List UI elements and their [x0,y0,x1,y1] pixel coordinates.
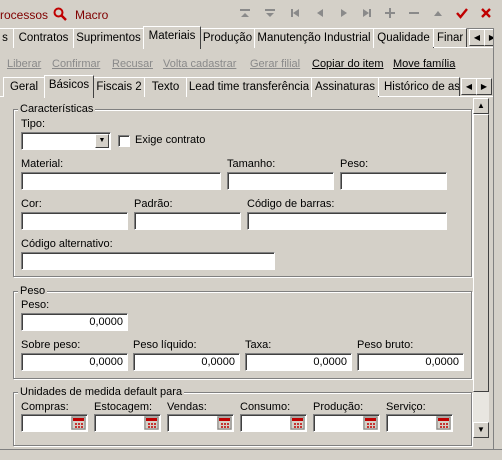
previous-record-icon[interactable] [312,6,328,22]
producao-label: Produção: [313,401,364,413]
peso-bruto-label: Peso bruto: [357,339,414,351]
collapse-icon[interactable] [430,6,446,22]
peso-caracteristica-input[interactable] [340,172,447,190]
tamanho-input[interactable] [227,172,334,190]
tab-contratos[interactable]: Contratos [13,28,74,48]
tab-geral[interactable]: Geral [3,77,45,97]
gerar-filial-action[interactable]: Gerar filial [250,58,300,70]
padrao-input[interactable] [134,212,241,230]
peso-label: Peso: [21,299,50,311]
sobre-peso-input[interactable]: 0,0000 [21,353,128,371]
compras-unit-select[interactable] [21,414,88,432]
tab-texto[interactable]: Texto [144,77,187,97]
macro-menu[interactable]: Macro [75,8,108,22]
module-tab-bar: s Contratos Suprimentos Materiais Produç… [0,26,502,49]
next-record-icon[interactable] [336,6,352,22]
subtab-scroll-right-icon[interactable]: ▶ [476,78,492,95]
vertical-scrollbar[interactable]: ▲ ▼ [473,98,489,438]
unit-picker-icon[interactable] [363,416,378,430]
peso-caracteristica-label: Peso: [340,158,369,170]
last-record-icon[interactable] [359,6,375,22]
compras-label: Compras: [21,401,69,413]
producao-unit-select[interactable] [313,414,380,432]
sobre-peso-label: Sobre peso: [21,339,81,351]
tab-historico-assinaturas[interactable]: Histórico de ass [378,77,460,96]
vendas-label: Vendas: [167,401,207,413]
codigo-alternativo-label: Código alternativo: [21,238,113,250]
move-down-icon[interactable] [262,6,278,22]
tipo-label: Tipo: [21,118,46,130]
window-edge [493,28,502,459]
copiar-do-item-action[interactable]: Copiar do item [312,58,384,70]
peso-liquido-input[interactable]: 0,0000 [133,353,240,371]
vendas-unit-select[interactable] [167,414,234,432]
cor-label: Cor: [21,198,42,210]
material-input[interactable] [21,172,221,190]
codigo-barras-label: Código de barras: [247,198,335,210]
recusar-action[interactable]: Recusar [112,58,153,70]
move-up-icon[interactable] [237,6,253,22]
window-bottom-edge [0,449,502,460]
add-icon[interactable] [382,6,398,22]
tab-materiais[interactable]: Materiais [143,26,201,49]
unit-picker-icon[interactable] [71,416,86,430]
exige-contrato-checkbox[interactable] [118,135,130,147]
tab-suprimentos[interactable]: Suprimentos [73,28,144,48]
cor-input[interactable] [21,212,128,230]
tab-processos-cut[interactable]: s [0,28,14,48]
taxa-label: Taxa: [245,339,272,351]
unit-picker-icon[interactable] [290,416,305,430]
tab-assinaturas[interactable]: Assinaturas [311,77,379,97]
peso-bruto-input[interactable]: 0,0000 [357,353,464,371]
scroll-up-icon[interactable]: ▲ [473,98,489,114]
sub-tab-bar: Geral Básicos Fiscais 2 Texto Lead time … [0,75,502,98]
tab-fiscais-2[interactable]: Fiscais 2 [93,77,145,97]
unit-picker-icon[interactable] [436,416,451,430]
consumo-unit-select[interactable] [240,414,307,432]
peso-input[interactable]: 0,0000 [21,313,128,331]
tab-manutencao-industrial[interactable]: Manutenção Industrial [254,28,374,48]
tab-financeiro-cut[interactable]: Finar [433,28,467,47]
codigo-alternativo-input[interactable] [21,252,275,270]
volta-cadastrar-action[interactable]: Volta cadastrar [163,58,236,70]
move-familia-action[interactable]: Move família [393,58,455,70]
tab-scroll-left-icon[interactable]: ◀ [469,29,485,46]
tab-basicos[interactable]: Básicos [44,75,94,98]
tipo-select[interactable]: ▼ [21,132,111,150]
scroll-down-icon[interactable]: ▼ [473,422,489,438]
unidades-title: Unidades de medida default para [18,386,185,398]
estocagem-unit-select[interactable] [94,414,161,432]
close-icon[interactable] [478,6,494,22]
tab-producao[interactable]: Produção [200,28,255,48]
servico-unit-select[interactable] [386,414,453,432]
peso-liquido-label: Peso líquido: [133,339,197,351]
processos-menu[interactable]: rocessos [0,8,48,22]
liberar-action[interactable]: Liberar [7,58,41,70]
tab-lead-time-transferencia[interactable]: Lead time transferência [186,77,312,97]
scrollbar-thumb[interactable] [473,114,489,392]
search-icon[interactable] [53,7,67,21]
peso-group-title: Peso [18,285,48,297]
subtab-scroll-left-icon[interactable]: ◀ [461,78,477,95]
confirmar-action[interactable]: Confirmar [52,58,100,70]
unit-picker-icon[interactable] [144,416,159,430]
consumo-label: Consumo: [240,401,291,413]
material-label: Material: [21,158,64,170]
first-record-icon[interactable] [287,6,303,22]
tab-qualidade[interactable]: Qualidade [373,28,434,48]
padrao-label: Padrão: [134,198,173,210]
codigo-barras-input[interactable] [247,212,447,230]
caracteristicas-title: Características [18,103,96,115]
chevron-down-icon[interactable]: ▼ [95,134,109,148]
estocagem-label: Estocagem: [94,401,153,413]
servico-label: Serviço: [386,401,426,413]
remove-icon[interactable] [406,6,422,22]
top-toolbar: rocessos Macro [0,0,502,29]
confirm-icon[interactable] [454,6,470,22]
exige-contrato-label: Exige contrato [135,134,206,146]
tamanho-label: Tamanho: [227,158,276,170]
unit-picker-icon[interactable] [217,416,232,430]
taxa-input[interactable]: 0,0000 [245,353,352,371]
